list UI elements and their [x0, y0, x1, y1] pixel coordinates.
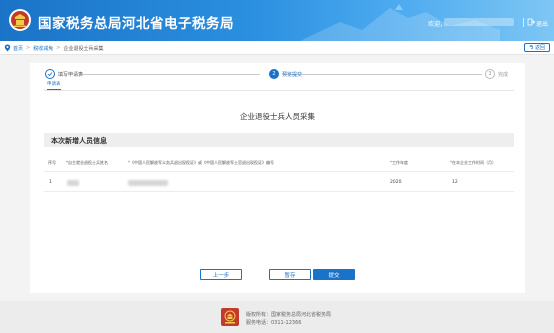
soldier-name-redacted [67, 180, 79, 186]
top-header: 国家税务总局河北省电子税务局 欢迎， 退出 [0, 0, 554, 41]
step-connector [80, 74, 260, 75]
tax-emblem-logo [9, 9, 31, 31]
column-header-work-year: *工作年度 [390, 160, 408, 165]
row-index: 1 [49, 180, 52, 185]
logout-icon[interactable] [527, 18, 535, 26]
prev-step-button[interactable]: 上一步 [200, 269, 242, 280]
footer-copyright: 版权所有：国家税务总局河北省税务局 [246, 312, 332, 318]
breadcrumb-current: 企业退役士兵采集 [63, 46, 104, 52]
location-pin-icon [4, 44, 11, 52]
submit-button[interactable]: 提交 [313, 269, 355, 280]
column-header-name: *自主就业退役士兵姓名 [66, 160, 108, 165]
user-name-redacted [444, 18, 514, 26]
footer: 版权所有：国家税务总局河北省税务局 服务电话：0311-12366 [0, 301, 554, 333]
step-2-number: 2 [269, 69, 279, 79]
certificate-number-redacted [128, 180, 168, 186]
step-connector [282, 74, 482, 75]
breadcrumb-home[interactable]: 首页 [13, 45, 23, 52]
back-arrow-icon [529, 45, 534, 50]
logout-link[interactable]: 退出 [536, 19, 548, 28]
step-2-label: 预览提交 [282, 72, 303, 78]
main-panel: 填写申请表 2 预览提交 3 完成 申请表 企业退役士兵人员采集 本次新增人员信… [30, 63, 525, 293]
footer-hotline: 服务电话：0311-12366 [246, 320, 302, 326]
tax-emblem-logo [221, 308, 239, 326]
header-divider [523, 18, 524, 27]
site-title: 国家税务总局河北省电子税务局 [38, 16, 234, 32]
step-3-number: 3 [485, 69, 495, 79]
section-title: 本次新增人员信息 [51, 137, 107, 145]
column-header-certificate: *《中国人民解放军义务兵退出现役证》或《中国人民解放军士官退出现役证》编号 [128, 160, 274, 165]
tab-application-form[interactable]: 申请表 [47, 81, 61, 90]
table-header-divider [44, 171, 514, 172]
column-header-index: 序号 [48, 160, 56, 165]
tab-divider [44, 90, 514, 91]
back-button-label: 返回 [534, 45, 545, 51]
table-row-divider [44, 191, 514, 192]
breadcrumb-separator: > [26, 45, 31, 51]
section-header: 本次新增人员信息 [44, 133, 514, 147]
save-draft-button[interactable]: 暂存 [269, 269, 311, 280]
column-header-months: *在本企业工作时间（月） [450, 160, 496, 165]
breadcrumb-separator: > [56, 45, 61, 51]
back-button[interactable]: 返回 [524, 43, 550, 52]
breadcrumb-tax-relief[interactable]: 税收减免 [33, 45, 53, 52]
breadcrumb: 首页 > 税收减免 > 企业退役士兵采集 [13, 45, 103, 52]
row-months: 12 [452, 180, 458, 185]
step-1-check-icon [45, 69, 55, 79]
form-title: 企业退役士兵人员采集 [240, 112, 315, 121]
row-work-year: 2020 [390, 180, 402, 185]
step-3-label: 完成 [498, 72, 509, 78]
breadcrumb-bar: 首页 > 税收减免 > 企业退役士兵采集 返回 [0, 41, 554, 55]
step-1-label: 填写申请表 [58, 72, 84, 78]
